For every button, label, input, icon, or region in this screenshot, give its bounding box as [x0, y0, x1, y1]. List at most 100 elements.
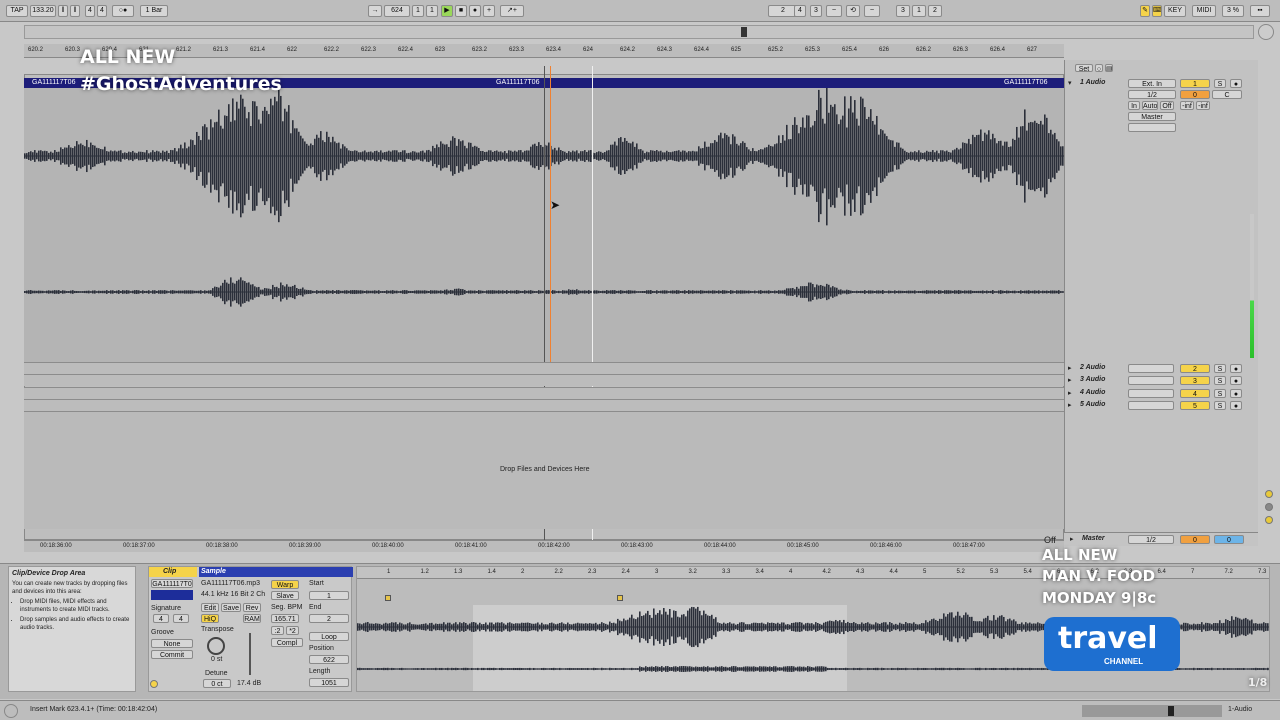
- clip-tab[interactable]: Clip: [149, 567, 197, 577]
- record-button[interactable]: ●: [469, 5, 481, 17]
- midi-map-button[interactable]: MIDI: [1192, 5, 1216, 17]
- overview-toggle[interactable]: [1258, 24, 1274, 40]
- solo-button[interactable]: S: [1214, 401, 1226, 410]
- track-volume-box[interactable]: [1128, 364, 1174, 373]
- ram-button[interactable]: RAM: [243, 614, 261, 623]
- track-volume-box[interactable]: [1128, 401, 1174, 410]
- track-activator[interactable]: 4: [1180, 389, 1210, 398]
- key-map-button[interactable]: KEY: [1164, 5, 1186, 17]
- seg-bpm-field[interactable]: 165.71: [271, 614, 299, 623]
- warp-marker-2[interactable]: [617, 595, 623, 601]
- lock-icon[interactable]: ▤: [1105, 64, 1113, 72]
- track-volume-box[interactable]: [1128, 389, 1174, 398]
- arm-record-button[interactable]: ●: [1230, 376, 1242, 385]
- transpose-knob[interactable]: [207, 637, 225, 655]
- clip-color[interactable]: [151, 590, 193, 600]
- tap-tempo-button[interactable]: TAP: [6, 5, 28, 17]
- monitor-auto-button[interactable]: Auto: [1142, 101, 1158, 110]
- metronome-button[interactable]: ○●: [112, 5, 134, 17]
- track-activator[interactable]: 3: [1180, 376, 1210, 385]
- mixer-track-4[interactable]: ▸ 4 Audio 4 S ●: [1064, 388, 1258, 399]
- time-ruler[interactable]: 00:18:36:00 00:18:37:00 00:18:38:00 00:18:3…: [24, 540, 1064, 552]
- gain-slider[interactable]: [249, 633, 251, 675]
- peak-readout[interactable]: -inf: [1196, 101, 1210, 110]
- double-tempo-button[interactable]: *2: [286, 626, 299, 635]
- sample-tab[interactable]: Sample: [199, 567, 353, 577]
- start-field[interactable]: 1: [309, 591, 349, 600]
- set-toggle-icon[interactable]: ○: [1095, 64, 1103, 72]
- track-lane-5[interactable]: [24, 399, 1064, 411]
- end-field[interactable]: 2: [309, 614, 349, 623]
- input-channel-select[interactable]: 1/2: [1128, 90, 1176, 99]
- track-activator[interactable]: 2: [1180, 364, 1210, 373]
- io-toggle-icon[interactable]: [1265, 503, 1273, 511]
- signature-numerator[interactable]: 4: [85, 5, 95, 17]
- mixer-track-2[interactable]: ▸ 2 Audio 2 S ●: [1064, 363, 1258, 374]
- clip-name-field[interactable]: GA111117T0: [151, 579, 193, 588]
- scrollbar-thumb[interactable]: [1168, 706, 1174, 716]
- loop-length-sixteenth[interactable]: 2: [928, 5, 942, 17]
- arm-record-button[interactable]: ●: [1230, 389, 1242, 398]
- signature-denominator[interactable]: 4: [97, 5, 107, 17]
- computer-midi-keyboard-button[interactable]: ⌨: [1152, 5, 1162, 17]
- warp-button[interactable]: Warp: [271, 580, 299, 589]
- mixer-track-5[interactable]: ▸ 5 Audio 5 S ●: [1064, 400, 1258, 411]
- warp-marker-1[interactable]: [385, 595, 391, 601]
- automation-arm-button[interactable]: ↗+: [500, 5, 524, 17]
- tempo-field[interactable]: 133.20: [30, 5, 56, 17]
- master-output-select[interactable]: 1/2: [1128, 535, 1174, 544]
- clip-signature-num[interactable]: 4: [153, 614, 169, 623]
- follow-button[interactable]: →: [368, 5, 382, 17]
- position-sixteenth[interactable]: 1: [426, 5, 438, 17]
- solo-button[interactable]: S: [1214, 376, 1226, 385]
- save-button[interactable]: Save: [221, 603, 241, 612]
- mixer-toggle-icon[interactable]: [1265, 490, 1273, 498]
- loop-button[interactable]: Loop: [309, 632, 349, 641]
- master-track-header[interactable]: Off ▸ Master 1/2 0 0: [1044, 532, 1258, 546]
- loop-switch[interactable]: ⟲: [846, 5, 860, 17]
- slave-button[interactable]: Slave: [271, 591, 299, 600]
- sends-toggle-icon[interactable]: [1265, 516, 1273, 524]
- fold-arrow-icon[interactable]: ▸: [1068, 389, 1072, 397]
- detune-field[interactable]: 0 ct: [203, 679, 231, 688]
- commit-button[interactable]: Commit: [151, 650, 193, 659]
- position-bar[interactable]: 624: [384, 5, 410, 17]
- master-pan[interactable]: 0: [1214, 535, 1244, 544]
- output-select[interactable]: Master: [1128, 112, 1176, 121]
- fold-arrow-icon[interactable]: ▸: [1068, 401, 1072, 409]
- position-field[interactable]: 622: [309, 655, 349, 664]
- pan-knob[interactable]: C: [1212, 90, 1242, 99]
- half-tempo-button[interactable]: :2: [271, 626, 284, 635]
- reverse-button[interactable]: Rev: [243, 603, 261, 612]
- draw-mode-button[interactable]: ✎: [1140, 5, 1150, 17]
- master-volume[interactable]: 0: [1180, 535, 1210, 544]
- send-a-knob[interactable]: 0: [1180, 90, 1210, 99]
- track-lane-2[interactable]: [24, 362, 1064, 374]
- overdub-button[interactable]: +: [483, 5, 495, 17]
- position-beat[interactable]: 1: [412, 5, 424, 17]
- arm-record-button[interactable]: ●: [1230, 364, 1242, 373]
- monitor-off-button[interactable]: Off: [1160, 101, 1174, 110]
- track-lane-4[interactable]: [24, 387, 1064, 399]
- loop-length-beat[interactable]: 1: [912, 5, 926, 17]
- volume-readout[interactable]: -inf: [1180, 101, 1194, 110]
- nudge-down-button[interactable]: ‖: [58, 5, 68, 17]
- beat-time-ruler[interactable]: 620.2 620.3 620.4 621 621.2 621.3 621.4 622 622.…: [24, 44, 1064, 58]
- overview-position-marker[interactable]: [741, 27, 747, 37]
- input-type-select[interactable]: Ext. In: [1128, 79, 1176, 88]
- quantization-select[interactable]: 1 Bar: [140, 5, 168, 17]
- scrollbar-track[interactable]: [1082, 705, 1222, 717]
- loop-start-beat[interactable]: 4: [794, 5, 806, 17]
- set-button[interactable]: Set: [1075, 64, 1093, 72]
- loop-length-bar[interactable]: 3: [896, 5, 910, 17]
- clip-activator-icon[interactable]: [150, 680, 158, 688]
- loop-start-sixteenth[interactable]: 3: [810, 5, 822, 17]
- status-toggle-icon[interactable]: [4, 704, 18, 718]
- edit-button[interactable]: Edit: [201, 603, 219, 612]
- play-button[interactable]: ▶: [441, 5, 453, 17]
- stop-button[interactable]: ■: [455, 5, 467, 17]
- output-channel-select[interactable]: [1128, 123, 1176, 132]
- fold-arrow-icon[interactable]: ▸: [1068, 376, 1072, 384]
- monitor-in-button[interactable]: In: [1128, 101, 1140, 110]
- fold-arrow-icon[interactable]: ▾: [1068, 79, 1072, 87]
